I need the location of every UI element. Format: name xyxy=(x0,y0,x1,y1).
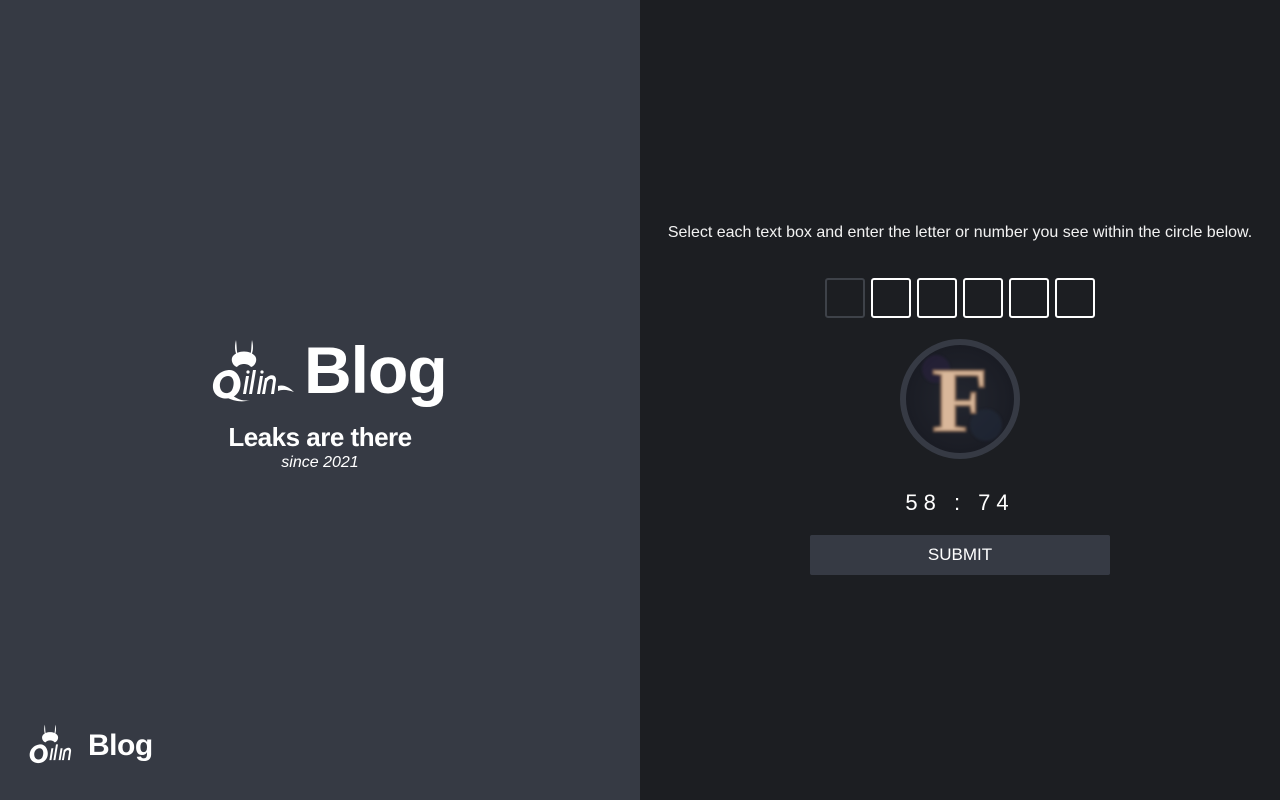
footer-logo[interactable]: Blog xyxy=(26,722,156,770)
hero-blog-title: Blog xyxy=(304,333,448,407)
captcha-input-3[interactable] xyxy=(917,278,957,318)
captcha-input-6[interactable] xyxy=(1055,278,1095,318)
captcha-instructions: Select each text box and enter the lette… xyxy=(667,224,1253,241)
captcha-input-1[interactable] xyxy=(825,278,865,318)
footer-blog-title: Blog xyxy=(88,729,153,762)
captcha-input-4[interactable] xyxy=(963,278,1003,318)
captcha-input-5[interactable] xyxy=(1009,278,1049,318)
captcha-code-inputs xyxy=(825,278,1095,318)
qilin-emblem-icon xyxy=(29,724,72,764)
hero-logo: Blog xyxy=(208,333,448,410)
since-label: since 2021 xyxy=(281,454,359,471)
tagline: Leaks are there xyxy=(228,422,412,452)
qilin-emblem-icon xyxy=(212,340,294,402)
captcha-input-2[interactable] xyxy=(871,278,911,318)
captcha-glyph: F xyxy=(922,348,1002,452)
captcha-letter: F xyxy=(932,349,988,451)
submit-button[interactable]: SUBMIT xyxy=(810,535,1110,575)
captcha-image: F xyxy=(900,339,1020,459)
captcha-timer: 58 : 74 xyxy=(905,490,1015,515)
